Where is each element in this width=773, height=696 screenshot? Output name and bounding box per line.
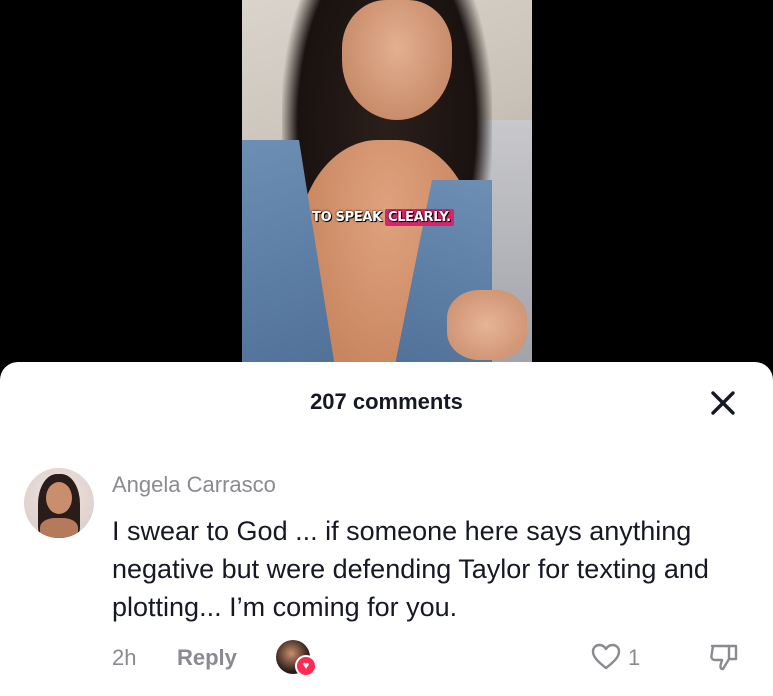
dislike-button[interactable]	[707, 640, 741, 674]
like-count: 1	[628, 645, 641, 670]
reply-button[interactable]: Reply	[177, 645, 237, 671]
comment-text: I swear to God ... if someone here says …	[112, 516, 709, 622]
video-caption: TO SPEAK CLEARLY.	[312, 209, 454, 226]
comments-count-title: 207 comments	[310, 389, 463, 414]
heart-outline-icon	[591, 643, 621, 670]
like-button[interactable]	[591, 642, 621, 672]
video-player[interactable]	[242, 0, 532, 380]
video-caption-part1: TO SPEAK	[312, 210, 382, 225]
avatar-face	[46, 482, 72, 514]
video-person-hand	[447, 290, 527, 360]
avatar-body	[40, 518, 78, 538]
dislike-icon	[710, 644, 738, 671]
close-icon	[711, 391, 735, 415]
video-caption-part2: CLEARLY.	[384, 209, 454, 226]
comments-sheet: 207 comments Angela Carrasco I swear to …	[0, 362, 773, 696]
commenter-avatar[interactable]	[24, 468, 94, 538]
commenter-username[interactable]: Angela Carrasco	[112, 472, 276, 498]
creator-liked-heart-icon: ♥	[295, 655, 317, 677]
video-person-face	[342, 0, 452, 120]
comment-timestamp: 2h	[112, 645, 137, 670]
close-button[interactable]	[706, 386, 740, 420]
